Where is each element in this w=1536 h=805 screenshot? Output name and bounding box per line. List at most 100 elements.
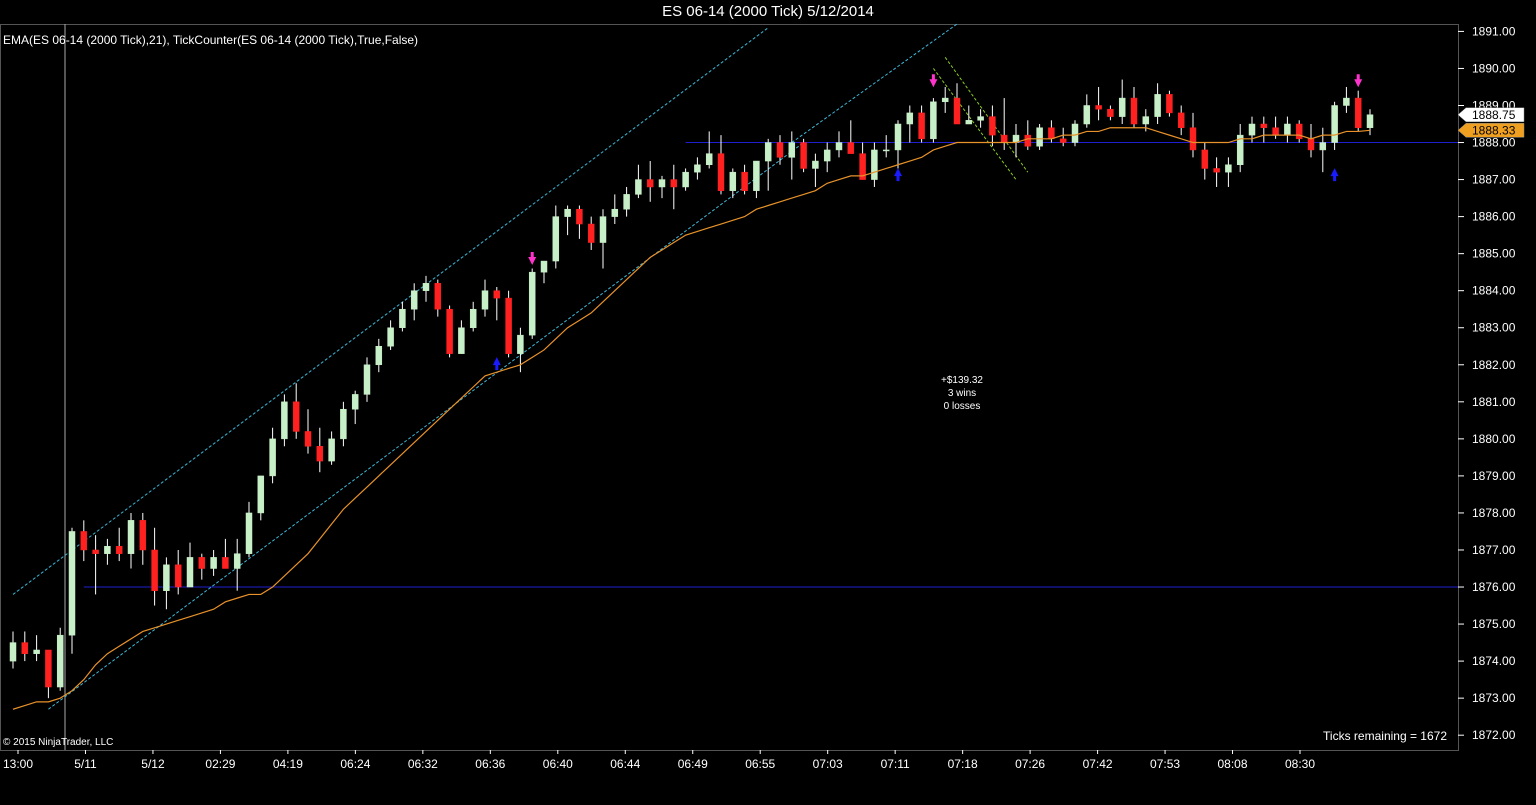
chart-title: ES 06-14 (2000 Tick) 5/12/2014 — [662, 3, 874, 20]
price-chart[interactable]: 1891.001890.001889.001888.001887.001886.… — [0, 0, 1536, 805]
entry-arrow-up — [492, 357, 501, 371]
candle-body — [505, 297, 512, 354]
y-tick-label: 1888.00 — [1472, 136, 1516, 150]
y-tick-label: 1890.00 — [1472, 61, 1516, 75]
candle-body — [528, 271, 536, 336]
candle-body — [174, 564, 182, 588]
candle-body — [281, 401, 288, 440]
candle-body — [1307, 138, 1315, 151]
candle-body — [930, 101, 937, 140]
exit-arrow-down — [1354, 74, 1363, 88]
candle-body — [894, 123, 902, 151]
candle-body — [729, 171, 737, 191]
candle-body — [1284, 123, 1291, 136]
candle-body — [670, 179, 678, 188]
candle-body — [139, 520, 147, 551]
x-tick-label: 06:24 — [340, 757, 370, 771]
y-tick-label: 1874.00 — [1472, 654, 1516, 668]
x-tick-label: 07:26 — [1015, 757, 1045, 771]
candle-body — [1071, 123, 1079, 143]
candle-body — [941, 97, 949, 103]
candle-body — [33, 649, 40, 654]
candle-body — [741, 171, 748, 191]
entry-arrow-up — [894, 168, 902, 182]
candle-body — [753, 160, 760, 191]
candle-body — [1036, 127, 1043, 147]
y-tick-label: 1875.00 — [1472, 617, 1516, 631]
candle-body — [458, 327, 465, 354]
candle-body — [1024, 134, 1032, 147]
candle-body — [1142, 116, 1150, 125]
candle-body — [269, 438, 276, 477]
candle-body — [163, 564, 170, 591]
candle-body — [222, 557, 229, 569]
candle-body — [233, 553, 241, 569]
y-tick-label: 1886.00 — [1472, 210, 1516, 224]
x-tick-label: 5/11 — [74, 757, 97, 771]
ema-value-tag-text: 1888.33 — [1472, 123, 1516, 137]
x-tick-label: 07:03 — [813, 757, 843, 771]
candle-body — [1154, 94, 1161, 117]
x-tick-label: 06:44 — [610, 757, 640, 771]
y-tick-label: 1884.00 — [1472, 284, 1516, 298]
candle-body — [871, 149, 878, 180]
candle-body — [1095, 105, 1102, 110]
x-tick-label: 06:49 — [678, 757, 708, 771]
ema-series — [12, 127, 1371, 710]
trade-stats: +$139.32 3 wins 0 losses — [912, 374, 1012, 413]
candle-body — [45, 649, 52, 688]
candle-body — [1248, 123, 1256, 136]
candle-body — [682, 171, 689, 188]
exit-arrow-down — [929, 74, 938, 88]
last-price-tag-text: 1888.75 — [1472, 108, 1516, 122]
x-tick-label: 07:11 — [881, 757, 910, 771]
candle-body — [1260, 123, 1268, 128]
candle-body — [92, 549, 99, 554]
candle-body — [399, 308, 406, 328]
exit-arrow-down — [528, 252, 537, 266]
candle-body — [469, 308, 477, 328]
x-tick-label: 06:36 — [475, 757, 505, 771]
x-tick-label: 13:00 — [3, 757, 33, 771]
ticks-remaining-text: Ticks remaining = 1672 — [1323, 729, 1447, 743]
candle-body — [446, 308, 453, 354]
candle-body — [1048, 127, 1055, 140]
stats-wins: 3 wins — [947, 388, 977, 399]
candle-body — [587, 223, 595, 243]
candle-body — [646, 179, 654, 188]
candle-body — [823, 149, 831, 162]
trade-markers — [492, 74, 1363, 371]
candle-body — [104, 546, 111, 554]
candle-body — [611, 208, 619, 217]
candle-body — [812, 160, 819, 169]
x-tick-label: 06:40 — [543, 757, 573, 771]
entry-arrow-up — [1330, 168, 1339, 182]
x-tick-label: 04:19 — [273, 757, 303, 771]
x-tick-label: 02:29 — [205, 757, 235, 771]
candle-body — [375, 346, 383, 366]
candle-body — [517, 334, 524, 354]
candle-body — [965, 120, 973, 125]
candle-body — [1331, 105, 1338, 143]
copyright-text: © 2015 NinjaTrader, LLC — [3, 737, 114, 748]
ema-line — [12, 127, 1371, 710]
indicator-label: EMA(ES 06-14 (2000 Tick),21), TickCounte… — [3, 33, 419, 47]
candle-body — [56, 634, 64, 688]
candle-body — [599, 216, 607, 243]
x-tick-label: 06:32 — [408, 757, 438, 771]
candle-body — [1166, 94, 1173, 114]
candle-body — [918, 112, 925, 140]
candle-body — [245, 512, 253, 554]
candle-body — [1272, 127, 1279, 136]
y-tick-label: 1878.00 — [1472, 506, 1516, 520]
candle-body — [9, 642, 17, 662]
candle-body — [1354, 97, 1362, 128]
candle-body — [847, 142, 855, 154]
candle-body — [1319, 142, 1327, 151]
candle-body — [422, 283, 430, 291]
candle-body — [882, 149, 890, 152]
candle-body — [21, 642, 29, 654]
candle-body — [127, 520, 135, 554]
candle-body — [989, 116, 996, 136]
candle-body — [434, 283, 442, 310]
